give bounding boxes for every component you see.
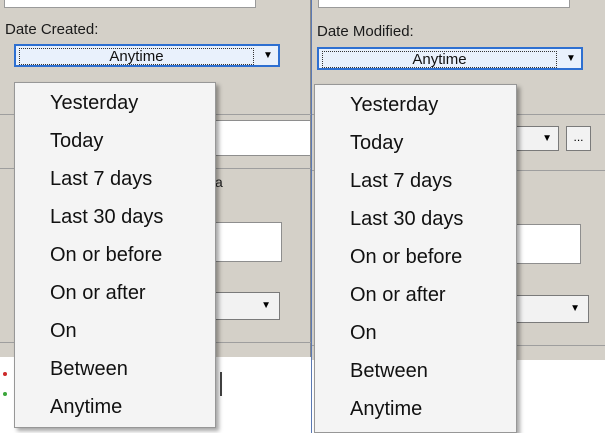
menu-item-today[interactable]: Today <box>50 129 103 153</box>
date-modified-label: Date Modified: <box>317 23 414 40</box>
background-dropdown[interactable]: ▼ <box>515 295 589 323</box>
background-input-field[interactable] <box>214 120 311 156</box>
top-field-edge <box>4 0 256 8</box>
menu-item-anytime[interactable]: Anytime <box>50 395 122 419</box>
menu-item-last-7-days[interactable]: Last 7 days <box>50 167 152 191</box>
partial-label-text: a <box>215 174 223 190</box>
date-created-dropdown-menu: Yesterday Today Last 7 days Last 30 days… <box>14 82 216 428</box>
menu-item-yesterday[interactable]: Yesterday <box>350 93 438 117</box>
menu-item-on-or-before[interactable]: On or before <box>50 243 162 267</box>
date-created-selected-value: Anytime <box>19 48 254 65</box>
background-input-field[interactable] <box>515 224 581 264</box>
background-dropdown[interactable]: ▼ <box>515 126 559 151</box>
ellipsis-button[interactable]: ... <box>566 126 591 151</box>
date-created-label: Date Created: <box>5 21 99 38</box>
background-input-field[interactable] <box>214 222 282 262</box>
date-modified-selected-value: Anytime <box>322 51 557 68</box>
date-created-select[interactable]: Anytime ▼ <box>14 44 280 67</box>
top-field-edge <box>318 0 570 8</box>
menu-item-on-or-before[interactable]: On or before <box>350 245 462 269</box>
status-dot-red-icon <box>3 372 7 376</box>
menu-item-last-30-days[interactable]: Last 30 days <box>50 205 163 229</box>
menu-item-on-or-after[interactable]: On or after <box>350 283 446 307</box>
chevron-down-icon: ▼ <box>542 133 552 144</box>
menu-item-between[interactable]: Between <box>350 359 428 383</box>
menu-item-yesterday[interactable]: Yesterday <box>50 91 138 115</box>
menu-item-on[interactable]: On <box>50 319 77 343</box>
chevron-down-icon: ▼ <box>570 303 580 314</box>
chevron-down-icon: ▼ <box>261 300 271 311</box>
chevron-down-icon: ▼ <box>263 50 273 61</box>
background-dropdown[interactable]: ▼ <box>214 292 280 320</box>
menu-item-today[interactable]: Today <box>350 131 403 155</box>
menu-item-between[interactable]: Between <box>50 357 128 381</box>
menu-item-last-7-days[interactable]: Last 7 days <box>350 169 452 193</box>
date-created-panel: Date Created: Anytime ▼ a ▼ Yesterday To… <box>0 0 311 433</box>
menu-item-on-or-after[interactable]: On or after <box>50 281 146 305</box>
status-dot-green-icon <box>3 392 7 396</box>
menu-item-anytime[interactable]: Anytime <box>350 397 422 421</box>
menu-item-on[interactable]: On <box>350 321 377 345</box>
date-modified-select[interactable]: Anytime ▼ <box>317 47 583 70</box>
chevron-down-icon: ▼ <box>566 53 576 64</box>
date-modified-panel: Date Modified: Anytime ▼ ▼ ... ▼ Yesterd… <box>311 0 605 433</box>
date-modified-dropdown-menu: Yesterday Today Last 7 days Last 30 days… <box>314 84 517 433</box>
menu-item-last-30-days[interactable]: Last 30 days <box>350 207 463 231</box>
